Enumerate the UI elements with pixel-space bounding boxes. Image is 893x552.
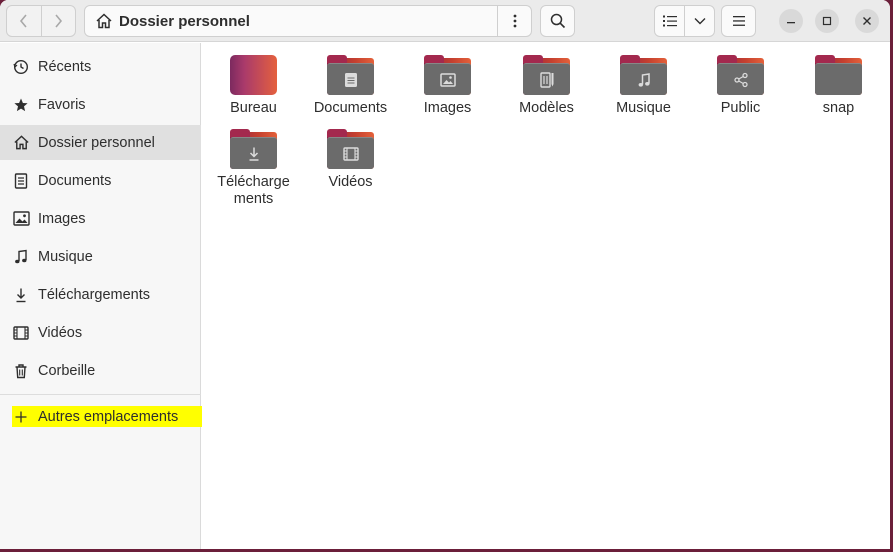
star-icon: [12, 96, 30, 114]
music-folder-icon: [620, 55, 667, 95]
sidebar-item-music[interactable]: Musique: [0, 239, 201, 274]
document-icon: [344, 72, 357, 87]
path-bar[interactable]: Dossier personnel: [84, 5, 532, 37]
folder-label: Documents: [313, 100, 388, 116]
sidebar-item-videos[interactable]: Vidéos: [0, 315, 201, 350]
sidebar: Récents Favoris Dossier personnel Docume…: [0, 43, 204, 549]
folder-label: Public: [720, 100, 761, 116]
main-menu-button[interactable]: [721, 5, 756, 37]
list-view-button[interactable]: [655, 6, 684, 36]
sidebar-item-label: Dossier personnel: [38, 134, 155, 151]
image-icon: [439, 72, 456, 87]
sidebar-item-trash[interactable]: Corbeille: [0, 353, 201, 388]
image-icon: [12, 210, 30, 228]
folder-item-snap[interactable]: snap: [790, 55, 887, 117]
sidebar-item-documents[interactable]: Documents: [0, 163, 201, 198]
sidebar-item-favorites[interactable]: Favoris: [0, 87, 201, 122]
sidebar-divider: [0, 394, 201, 395]
view-options-button[interactable]: [684, 6, 714, 36]
folder-item-bureau[interactable]: Bureau: [205, 55, 302, 117]
sidebar-item-label: Favoris: [38, 96, 86, 113]
desktop-folder-icon: [230, 55, 277, 95]
minimize-icon: [787, 22, 795, 24]
home-icon: [95, 12, 113, 30]
current-path-label: Dossier personnel: [119, 12, 250, 30]
folder-item-videos[interactable]: Vidéos: [302, 129, 399, 191]
close-button[interactable]: [855, 9, 879, 33]
videos-folder-icon: [327, 129, 374, 169]
sidebar-item-label: Musique: [38, 248, 93, 265]
hamburger-menu-icon: [732, 16, 745, 26]
music-icon: [12, 248, 30, 266]
sidebar-item-label: Récents: [38, 58, 92, 75]
folder-item-documents[interactable]: Documents: [302, 55, 399, 117]
folder-item-music[interactable]: Musique: [595, 55, 692, 117]
share-icon: [733, 72, 748, 87]
templates-folder-icon: [523, 55, 570, 95]
search-icon: [550, 13, 565, 29]
folder-label: Télécharge ments: [217, 174, 290, 207]
images-folder-icon: [424, 55, 471, 95]
navigation-buttons: [6, 5, 76, 37]
chevron-down-icon: [694, 18, 705, 25]
folder-item-images[interactable]: Images: [399, 55, 496, 117]
sidebar-item-downloads[interactable]: Téléchargements: [0, 277, 201, 312]
sidebar-item-label: Documents: [38, 172, 112, 189]
music-icon: [638, 72, 650, 87]
chevron-left-icon: [19, 14, 27, 28]
folder-item-public[interactable]: Public: [692, 55, 789, 117]
clock-icon: [12, 58, 30, 76]
downloads-folder-icon: [230, 129, 277, 169]
chevron-right-icon: [55, 14, 63, 28]
documents-folder-icon: [327, 55, 374, 95]
folder-label: Modèles: [519, 100, 574, 116]
maximize-button[interactable]: [815, 9, 839, 33]
maximize-icon: [822, 16, 832, 26]
video-icon: [12, 324, 30, 342]
folder-item-downloads[interactable]: Télécharge ments: [205, 129, 302, 208]
sidebar-item-label: Autres emplacements: [38, 408, 179, 425]
sidebar-item-other-locations[interactable]: Autres emplacements: [12, 406, 204, 427]
download-icon: [249, 147, 258, 161]
view-toggle-group: [654, 5, 715, 37]
folder-label: snap: [822, 100, 855, 116]
sidebar-item-recents[interactable]: Récents: [0, 49, 201, 84]
file-manager-window: Dossier personnel Récents Favoris Dossie…: [0, 0, 890, 549]
video-icon: [342, 146, 359, 161]
folder-label: Musique: [616, 100, 671, 116]
sidebar-item-label: Images: [38, 210, 86, 227]
sidebar-item-label: Téléchargements: [38, 286, 151, 303]
snap-folder-icon: [815, 55, 862, 95]
file-view: Bureau Documents Images Modèles Musique …: [202, 43, 890, 549]
folder-label: Bureau: [230, 100, 277, 116]
download-icon: [12, 286, 30, 304]
trash-icon: [12, 362, 30, 380]
folder-label: Images: [423, 100, 472, 116]
folder-label: Vidéos: [328, 174, 373, 190]
close-icon: [863, 17, 871, 25]
sidebar-item-label: Vidéos: [38, 324, 83, 341]
document-icon: [12, 172, 30, 190]
public-folder-icon: [717, 55, 764, 95]
vertical-dots-icon: [513, 14, 516, 28]
search-button[interactable]: [540, 5, 575, 37]
home-icon: [12, 134, 30, 152]
minimize-button[interactable]: [779, 9, 803, 33]
sidebar-item-label: Corbeille: [38, 362, 96, 379]
plus-icon: [12, 408, 30, 426]
template-icon: [539, 71, 553, 88]
sidebar-item-images[interactable]: Images: [0, 201, 201, 236]
header-bar: Dossier personnel: [0, 0, 890, 42]
folder-item-templates[interactable]: Modèles: [498, 55, 595, 117]
list-view-icon: [662, 15, 677, 27]
path-menu-button[interactable]: [497, 6, 531, 36]
sidebar-item-home[interactable]: Dossier personnel: [0, 125, 201, 160]
back-button[interactable]: [7, 6, 41, 36]
forward-button[interactable]: [40, 6, 76, 36]
